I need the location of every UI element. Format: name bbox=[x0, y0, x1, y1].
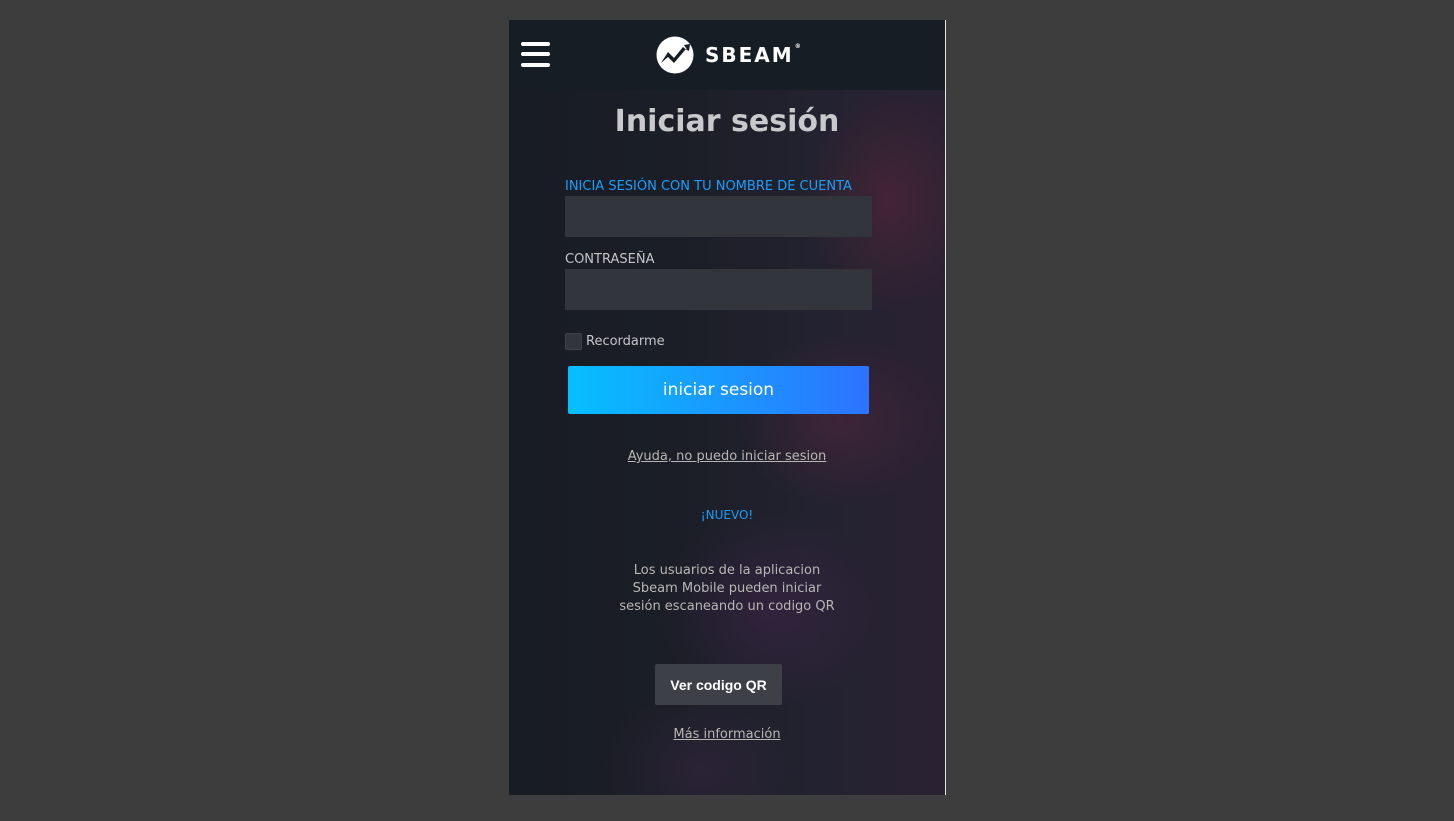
new-badge: ¡NUEVO! bbox=[700, 508, 754, 522]
page-title: Iniciar sesión bbox=[614, 104, 840, 139]
account-name-input[interactable] bbox=[565, 196, 872, 237]
help-link-container: Ayuda, no puedo iniciar sesion bbox=[509, 449, 945, 464]
remember-me-label[interactable]: Recordarme bbox=[586, 334, 665, 349]
remember-me-row[interactable]: Recordarme bbox=[565, 333, 665, 350]
more-info-container: Más información bbox=[509, 727, 945, 742]
hamburger-menu-icon[interactable] bbox=[521, 42, 550, 67]
registered-mark: ® bbox=[794, 43, 803, 50]
password-label: CONTRASEÑA bbox=[565, 252, 655, 267]
remember-me-checkbox[interactable] bbox=[565, 333, 582, 350]
sbeam-logo-icon bbox=[656, 36, 694, 74]
view-qr-code-button[interactable]: Ver codigo QR bbox=[655, 664, 782, 705]
account-name-label: INICIA SESIÓN CON TU NOMBRE DE CUENTA bbox=[565, 179, 852, 194]
more-info-link[interactable]: Más información bbox=[673, 727, 780, 742]
password-input[interactable] bbox=[565, 269, 872, 310]
mobile-login-page: SBEAM® Iniciar sesión INICIA SESIÓN CON … bbox=[509, 20, 946, 795]
brand-name: SBEAM® bbox=[705, 43, 803, 67]
brand-logo[interactable]: SBEAM® bbox=[655, 36, 803, 74]
qr-description: Los usuarios de la aplicacion Sbeam Mobi… bbox=[619, 563, 835, 614]
sign-in-button[interactable]: iniciar sesion bbox=[568, 366, 869, 414]
top-bar: SBEAM® bbox=[509, 20, 945, 90]
help-cant-sign-in-link[interactable]: Ayuda, no puedo iniciar sesion bbox=[628, 449, 827, 464]
